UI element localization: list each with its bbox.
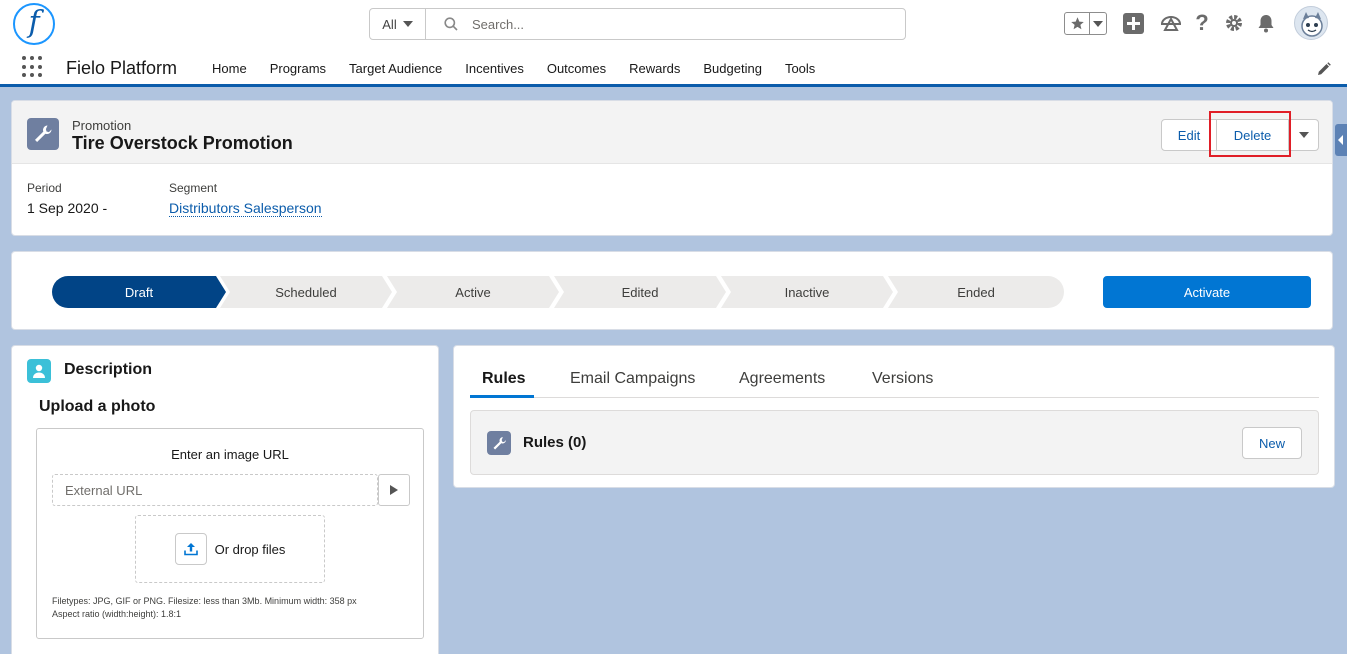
trailhead-icon[interactable]	[1160, 12, 1182, 34]
upload-button[interactable]	[174, 533, 207, 565]
path-stage-inactive[interactable]: Inactive	[721, 276, 893, 308]
record-title: Tire Overstock Promotion	[72, 133, 293, 153]
wrench-icon	[27, 118, 59, 150]
nav-item-tools[interactable]: Tools	[785, 61, 815, 76]
chevron-down-icon	[402, 21, 413, 27]
rules-related-list: Rules (0) New	[470, 410, 1319, 475]
search-scope-select[interactable]: All	[370, 9, 426, 39]
wrench-icon	[487, 431, 511, 455]
path-stage-active[interactable]: Active	[387, 276, 559, 308]
record-header: Promotion Tire Overstock Promotion Edit …	[12, 101, 1332, 164]
edit-button[interactable]: Edit	[1161, 119, 1217, 151]
related-tabs-card: Rules Email Campaigns Agreements Version…	[453, 345, 1335, 488]
favorites-star-icon[interactable]	[1065, 13, 1090, 34]
file-help-line-1: Filetypes: JPG, GIF or PNG. Filesize: le…	[52, 596, 357, 606]
path-stage-draft[interactable]: Draft	[52, 276, 226, 308]
app-name: Fielo Platform	[66, 58, 178, 78]
rules-list-title[interactable]: Rules (0)	[523, 434, 586, 451]
highlight-fields: Period 1 Sep 2020 - Segment Distributors…	[12, 164, 1332, 236]
external-url-input[interactable]	[52, 474, 378, 506]
edit-nav-pencil-icon[interactable]	[1317, 62, 1331, 79]
description-card: Description Upload a photo Enter an imag…	[11, 345, 439, 654]
path-card: Draft Scheduled Active Edited Inactive E…	[11, 251, 1333, 330]
more-actions-button[interactable]	[1289, 119, 1319, 151]
global-add-icon[interactable]	[1122, 12, 1144, 34]
path-stage-edited[interactable]: Edited	[554, 276, 726, 308]
description-title: Description	[64, 361, 153, 378]
contact-icon	[27, 359, 51, 383]
status-path: Draft Scheduled Active Edited Inactive E…	[52, 276, 1064, 308]
tab-agreements[interactable]: Agreements	[739, 370, 825, 398]
nav-item-incentives[interactable]: Incentives	[465, 61, 524, 76]
file-drop-zone[interactable]: Or drop files	[135, 515, 325, 583]
nav-item-target-audience[interactable]: Target Audience	[349, 61, 442, 76]
image-upload-box: Enter an image URL Or drop files Filetyp…	[36, 428, 424, 639]
app-navigation-bar: Fielo Platform Home Programs Target Audi…	[0, 50, 1347, 87]
new-rule-button[interactable]: New	[1242, 427, 1302, 459]
play-arrow-icon	[390, 485, 398, 495]
nav-item-programs[interactable]: Programs	[270, 61, 326, 76]
search-icon	[444, 17, 458, 31]
period-value: 1 Sep 2020 -	[27, 200, 108, 216]
record-actions: Edit Delete	[1161, 119, 1319, 152]
path-stage-ended[interactable]: Ended	[888, 276, 1064, 308]
setup-gear-icon[interactable]	[1223, 12, 1245, 34]
search-field	[426, 9, 905, 39]
segment-label: Segment	[169, 181, 218, 195]
nav-item-outcomes[interactable]: Outcomes	[547, 61, 606, 76]
active-tab-indicator	[470, 395, 534, 398]
tab-email-campaigns[interactable]: Email Campaigns	[570, 370, 695, 398]
tab-bar: Rules Email Campaigns Agreements Version…	[470, 364, 1319, 398]
nav-items: Home Programs Target Audience Incentives…	[212, 61, 838, 76]
chevron-down-icon	[1298, 132, 1309, 138]
user-avatar[interactable]	[1294, 6, 1328, 40]
upload-photo-title: Upload a photo	[39, 398, 156, 415]
drop-files-label: Or drop files	[214, 541, 286, 557]
segment-link[interactable]: Distributors Salesperson	[169, 200, 322, 217]
path-stage-scheduled[interactable]: Scheduled	[220, 276, 392, 308]
record-object-type: Promotion	[72, 118, 132, 133]
notifications-bell-icon[interactable]	[1255, 12, 1277, 34]
help-icon[interactable]: ?	[1191, 10, 1213, 35]
delete-button[interactable]: Delete	[1217, 119, 1289, 151]
favorites-button-group	[1064, 12, 1107, 35]
fielo-logo[interactable]: f	[13, 3, 55, 45]
global-header: f All ?	[0, 0, 1347, 50]
sidebar-toggle-handle[interactable]	[1335, 124, 1347, 156]
tab-rules[interactable]: Rules	[482, 370, 526, 398]
search-scope-label: All	[382, 16, 397, 32]
activate-button[interactable]: Activate	[1103, 276, 1311, 308]
period-label: Period	[27, 181, 62, 195]
nav-item-home[interactable]: Home	[212, 61, 247, 76]
nav-item-budgeting[interactable]: Budgeting	[703, 61, 762, 76]
search-input[interactable]	[472, 16, 872, 32]
nav-item-rewards[interactable]: Rewards	[629, 61, 680, 76]
file-help-line-2: Aspect ratio (width:height): 1.8:1	[52, 609, 182, 619]
favorites-dropdown-icon[interactable]	[1090, 13, 1106, 34]
app-launcher-icon[interactable]	[22, 56, 44, 78]
record-highlights-panel: Promotion Tire Overstock Promotion Edit …	[11, 100, 1333, 236]
tab-versions[interactable]: Versions	[872, 370, 933, 398]
submit-url-button[interactable]	[378, 474, 410, 506]
upload-icon	[183, 543, 198, 556]
file-requirements-text: Filetypes: JPG, GIF or PNG. Filesize: le…	[52, 595, 412, 621]
global-search: All	[369, 8, 906, 40]
enter-url-label: Enter an image URL	[171, 447, 289, 462]
